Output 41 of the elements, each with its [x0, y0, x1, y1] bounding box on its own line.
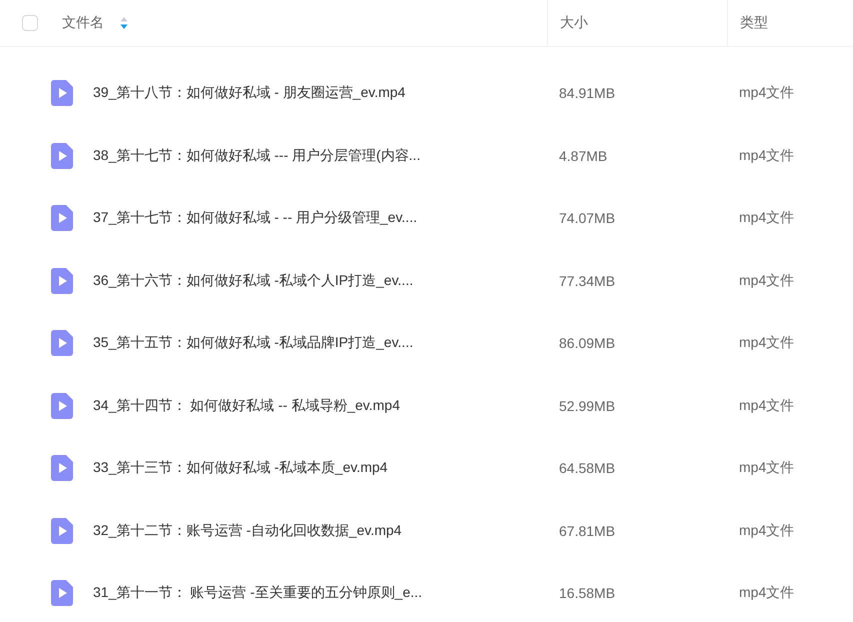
file-type: mp4文件	[739, 334, 794, 352]
file-type: mp4文件	[739, 146, 794, 165]
column-header[interactable]: 文件名	[62, 14, 104, 32]
video-file-icon	[51, 580, 73, 606]
video-file-icon	[51, 205, 73, 232]
file-size: 64.58MB	[559, 460, 616, 476]
video-file-icon	[51, 455, 73, 482]
file-size: 86.09MB	[559, 335, 616, 352]
video-file-icon	[51, 80, 73, 106]
file-name[interactable]: 33_第十三节：如何做好私域 -私域本质_ev.mp4	[93, 459, 388, 478]
file-name[interactable]: 34_第十四节： 如何做好私域 -- 私域导粉_ev.mp4	[93, 396, 400, 415]
file-type: mp4文件	[739, 209, 794, 228]
file-size: 16.58MB	[559, 585, 616, 602]
column-header[interactable]: 类型	[740, 14, 768, 32]
file-name[interactable]: 36_第十六节：如何做好私域 -私域个人IP打造_ev....	[93, 272, 414, 290]
file-name[interactable]: 32_第十二节：账号运营 -自动化回收数据_ev.mp4	[93, 522, 402, 540]
video-file-icon	[51, 142, 73, 169]
file-size: 77.34MB	[559, 272, 616, 289]
file-name[interactable]: 37_第十七节：如何做好私域 - -- 用户分级管理_ev....	[93, 209, 418, 228]
file-type: mp4文件	[739, 459, 794, 478]
file-size: 52.99MB	[559, 398, 616, 414]
file-size: 84.91MB	[559, 85, 616, 102]
file-size: 4.87MB	[559, 148, 608, 164]
sort-icon[interactable]	[120, 16, 128, 30]
file-type: mp4文件	[739, 84, 794, 102]
file-type: mp4文件	[739, 272, 794, 290]
file-name[interactable]: 31_第十一节： 账号运营 -至关重要的五分钟原则_e...	[93, 584, 422, 602]
file-size: 74.07MB	[559, 210, 616, 226]
file-type: mp4文件	[739, 584, 794, 602]
select-all-checkbox[interactable]	[22, 15, 38, 31]
file-name[interactable]: 39_第十八节：如何做好私域 - 朋友圈运营_ev.mp4	[93, 84, 406, 102]
video-file-icon	[51, 518, 73, 544]
file-type: mp4文件	[739, 396, 794, 415]
file-size: 67.81MB	[559, 522, 616, 539]
video-file-icon	[51, 392, 73, 419]
file-type: mp4文件	[739, 522, 794, 540]
video-file-icon	[51, 330, 73, 356]
file-name[interactable]: 38_第十七节：如何做好私域 --- 用户分层管理(内容...	[93, 146, 420, 165]
file-name[interactable]: 35_第十五节：如何做好私域 -私域品牌IP打造_ev....	[93, 334, 414, 352]
column-header[interactable]: 大小	[560, 14, 588, 32]
video-file-icon	[51, 268, 73, 294]
